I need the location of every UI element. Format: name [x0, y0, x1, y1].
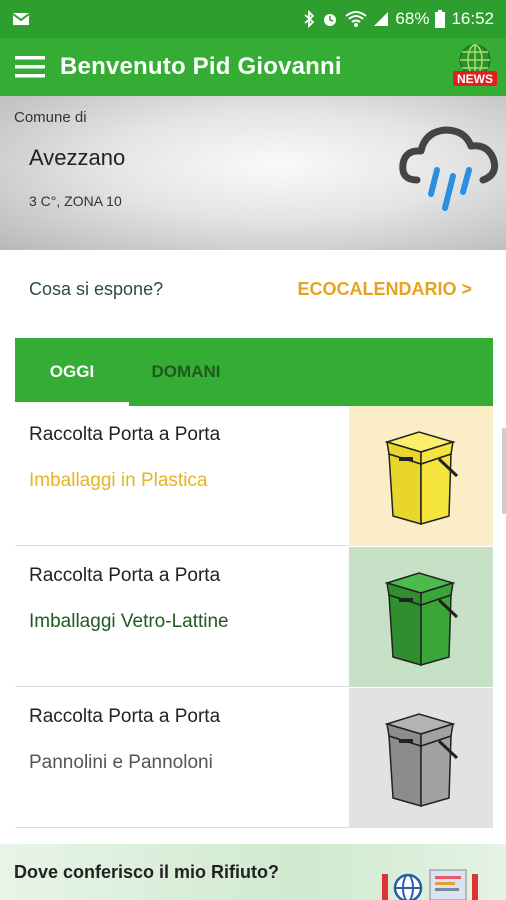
cosa-si-espone-link[interactable]: Cosa si espone? [29, 279, 163, 300]
battery-percent: 68% [395, 9, 430, 28]
globe-document-icon [382, 869, 478, 900]
collection-card[interactable]: Raccolta Porta a Porta Pannolini e Panno… [15, 688, 493, 828]
hamburger-menu-icon [15, 56, 45, 78]
collection-title: Raccolta Porta a Porta [29, 706, 221, 727]
signal-icon [374, 12, 389, 26]
scrollbar[interactable] [502, 428, 506, 514]
yellow-bin-icon [384, 431, 459, 525]
app-title: Benvenuto Pid Giovanni [60, 53, 342, 80]
comune-label: Comune di [14, 109, 87, 126]
bin-image [349, 547, 493, 687]
city-name: Avezzano [29, 145, 126, 170]
tab-oggi[interactable]: OGGI [15, 338, 129, 406]
globe-news-icon: NEWS [453, 44, 497, 86]
wifi-icon [345, 11, 368, 27]
green-bin-icon [384, 572, 459, 666]
zone-info: 3 C°, ZONA 10 [29, 193, 122, 209]
collection-type: Imballaggi Vetro-Lattine [29, 611, 229, 632]
collection-title: Raccolta Porta a Porta [29, 565, 221, 586]
collection-type: Pannolini e Pannoloni [29, 752, 213, 773]
collection-title: Raccolta Porta a Porta [29, 424, 221, 445]
collection-card[interactable]: Raccolta Porta a Porta Imballaggi Vetro-… [15, 547, 493, 687]
news-badge-label: NEWS [457, 72, 493, 86]
bin-image [349, 688, 493, 828]
bluetooth-icon [304, 10, 315, 28]
ecocalendario-link[interactable]: ECOCALENDARIO > [297, 279, 472, 300]
collection-type: Imballaggi in Plastica [29, 470, 208, 491]
battery-icon [435, 10, 446, 28]
rain-cloud-icon [399, 126, 499, 211]
status-bar: 68% 16:52 [0, 0, 506, 38]
clock: 16:52 [451, 9, 494, 28]
menu-button[interactable] [0, 38, 60, 96]
grey-bin-icon [384, 713, 459, 807]
day-tabs: OGGI DOMANI [15, 338, 493, 406]
tab-domani[interactable]: DOMANI [129, 338, 243, 406]
alarm-icon [324, 14, 337, 26]
mail-icon [12, 13, 30, 25]
waste-search-title: Dove conferisco il mio Rifiuto? [14, 862, 280, 882]
bin-image [349, 406, 493, 546]
news-button[interactable]: NEWS [450, 40, 500, 92]
app-bar: Benvenuto Pid Giovanni NEWS [0, 38, 506, 96]
collection-card[interactable]: Raccolta Porta a Porta Imballaggi in Pla… [15, 406, 493, 546]
